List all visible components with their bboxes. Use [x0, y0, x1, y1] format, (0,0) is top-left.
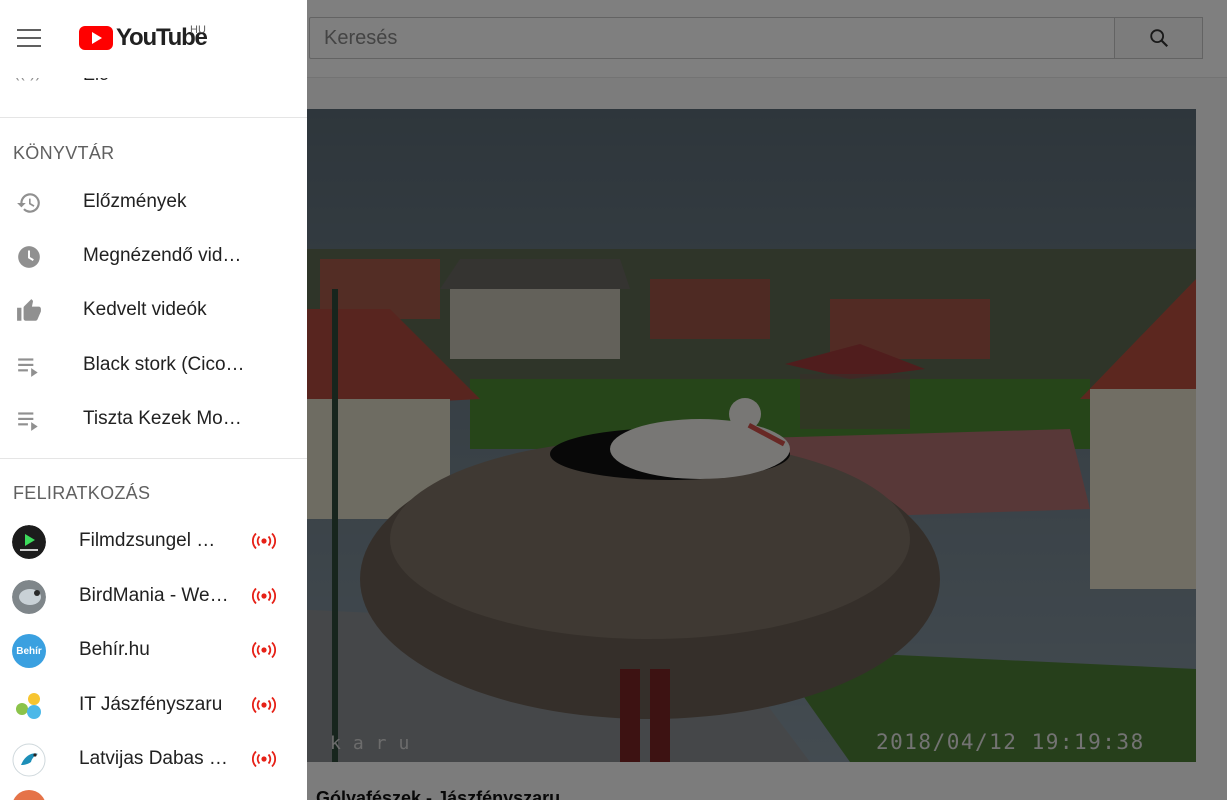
- drawer-header: YouTube HU: [0, 0, 307, 78]
- nav-item-playlist-black-stork[interactable]: Black stork (Cico…: [0, 338, 307, 392]
- hamburger-menu-icon[interactable]: [17, 29, 43, 49]
- youtube-play-icon: [79, 26, 113, 50]
- channel-avatar: Behír: [12, 634, 46, 668]
- subscription-item-it-jaszfenyszaru[interactable]: IT Jászfényszaru: [0, 679, 307, 733]
- nav-item-watch-later[interactable]: Megnézendő vid…: [0, 229, 307, 283]
- channel-avatar: [12, 743, 46, 777]
- divider: [0, 117, 307, 118]
- library-section-title: KÖNYVTÁR: [13, 143, 115, 163]
- channel-avatar: [12, 580, 46, 614]
- live-broadcast-icon: [252, 587, 276, 605]
- nav-item-label: Tiszta Kezek Mo…: [83, 408, 242, 429]
- nav-item-label: Black stork (Cico…: [83, 354, 245, 375]
- guide-drawer: ((•)) Élő YouTube HU KÖNYVTÁR Előzmények…: [0, 0, 307, 800]
- history-icon: [17, 193, 40, 213]
- country-code: HU: [190, 24, 206, 36]
- playlist-icon: [18, 358, 38, 377]
- avatar-text: Behír: [16, 645, 42, 657]
- nav-item-label: Előzmények: [83, 191, 187, 212]
- channel-avatar: [12, 525, 46, 559]
- subscription-item-label: IT Jászfényszaru: [79, 694, 223, 715]
- subscription-item-label: BirdMania - We…: [79, 585, 229, 606]
- nav-item-label: Megnézendő vid…: [83, 245, 242, 266]
- subscription-item-latvijas-dabas[interactable]: Latvijas Dabas …: [0, 733, 307, 787]
- youtube-logo[interactable]: YouTube: [79, 24, 208, 52]
- subscription-item-filmdzsungel[interactable]: Filmdzsungel …: [0, 515, 307, 569]
- nav-item-liked-videos[interactable]: Kedvelt videók: [0, 283, 307, 337]
- subscription-item-birdmania[interactable]: BirdMania - We…: [0, 570, 307, 624]
- subscriptions-section-title: FELIRATKOZÁS: [13, 483, 151, 503]
- subscription-item-label: Latvijas Dabas …: [79, 748, 228, 769]
- nav-item-label: Kedvelt videók: [83, 299, 207, 320]
- subscription-item-behir[interactable]: Behír Behír.hu: [0, 624, 307, 678]
- playlist-icon: [18, 412, 38, 431]
- divider: [0, 458, 307, 459]
- thumb-up-icon: [17, 299, 41, 321]
- subscription-item-label: Behír.hu: [79, 639, 150, 660]
- live-broadcast-icon: [252, 750, 276, 768]
- nav-item-history[interactable]: Előzmények: [0, 175, 307, 229]
- subscription-item-label: Filmdzsungel …: [79, 530, 216, 551]
- subscription-item-partial-avatar: [12, 790, 46, 800]
- live-broadcast-icon: [252, 696, 276, 714]
- live-broadcast-icon: [252, 641, 276, 659]
- nav-item-playlist-tiszta-kezek[interactable]: Tiszta Kezek Mo…: [0, 392, 307, 446]
- channel-avatar: [12, 689, 46, 723]
- clock-icon: [18, 246, 40, 268]
- live-broadcast-icon: [252, 532, 276, 550]
